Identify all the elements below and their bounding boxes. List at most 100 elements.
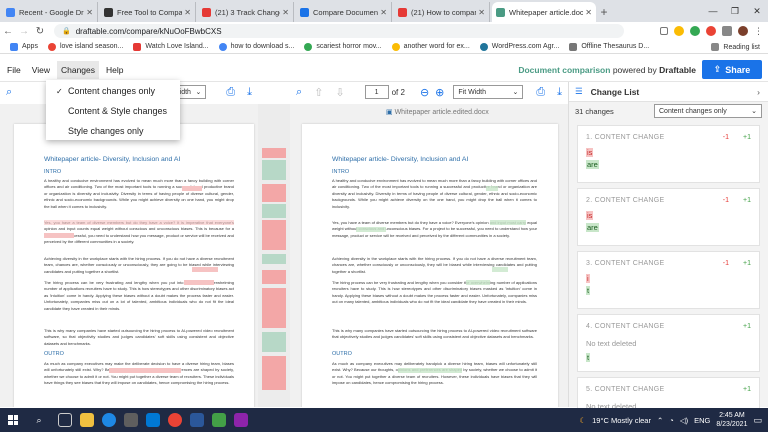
change-marker[interactable] xyxy=(262,288,286,328)
change-card[interactable]: 4. CONTENT CHANGE +1 No text deleted t xyxy=(577,314,760,372)
zoom-out-icon[interactable]: ⊖ xyxy=(420,86,429,99)
network-icon[interactable]: ◔ xyxy=(669,416,674,425)
extension-icon[interactable] xyxy=(706,26,716,36)
browser-tab[interactable]: (21) How to compare ✕ xyxy=(394,2,490,22)
inserted-text: are xyxy=(586,160,599,169)
change-card[interactable]: 1. CONTENT CHANGE -1 +1 is are xyxy=(577,125,760,183)
change-marker[interactable] xyxy=(262,148,286,158)
close-window-icon[interactable]: ✕ xyxy=(746,0,768,22)
reload-icon[interactable]: ↻ xyxy=(32,26,48,37)
menu-file[interactable]: File xyxy=(3,61,25,79)
change-count: 31 changes xyxy=(575,106,614,116)
language-indicator[interactable]: ENG xyxy=(694,416,710,425)
bookmark-item[interactable]: WordPress.com Agr... xyxy=(479,42,559,51)
collapse-panel-icon[interactable]: › xyxy=(757,87,760,97)
menu-dots-icon[interactable]: ⋮ xyxy=(754,26,763,36)
print-icon[interactable]: ⎙ xyxy=(226,86,235,99)
maximize-icon[interactable]: ❐ xyxy=(724,0,746,22)
change-marker[interactable] xyxy=(262,356,286,390)
forward-icon[interactable]: → xyxy=(16,26,32,37)
notifications-icon[interactable]: ▭ xyxy=(753,415,762,426)
app-icon[interactable] xyxy=(234,413,248,427)
browser-tab[interactable]: (21) 3 Track Changes D✕ xyxy=(198,2,294,22)
prev-page-icon[interactable]: ⇧ xyxy=(314,86,323,99)
menu-item-style-changes-only[interactable]: Style changes only xyxy=(46,122,180,140)
print-icon[interactable]: ⎙ xyxy=(536,86,545,99)
chevron-down-icon: ⌄ xyxy=(195,89,202,96)
download-icon[interactable]: ⤓ xyxy=(247,86,252,99)
close-tab-icon[interactable]: ✕ xyxy=(184,8,191,17)
clock[interactable]: 2:45 AM 8/23/2021 xyxy=(716,411,747,429)
edge-icon[interactable] xyxy=(102,413,116,427)
thesaurus-icon xyxy=(569,42,578,51)
change-marker[interactable] xyxy=(262,184,286,202)
close-tab-icon[interactable]: ✕ xyxy=(585,8,592,17)
right-page: Whitepaper article- Diversity, Inclusion… xyxy=(302,124,558,407)
search-icon[interactable]: ⌕ xyxy=(296,86,302,99)
mail-icon[interactable] xyxy=(146,413,160,427)
close-tab-icon[interactable]: ✕ xyxy=(282,8,289,17)
deletion-highlight xyxy=(182,186,202,191)
weather-status[interactable]: 19°C Mostly clear xyxy=(592,416,651,425)
extension-icon[interactable] xyxy=(674,26,684,36)
file-explorer-icon[interactable] xyxy=(80,413,94,427)
change-card[interactable]: 2. CONTENT CHANGE -1 +1 is are xyxy=(577,188,760,246)
chrome-icon[interactable] xyxy=(168,413,182,427)
bookmark-item[interactable]: how to download s... xyxy=(218,42,294,51)
browser-tab[interactable]: Recent - Google Drive✕ xyxy=(2,2,98,22)
volume-icon[interactable]: ◁) xyxy=(680,416,688,425)
site-icon xyxy=(300,7,309,17)
menu-item-content-style-changes[interactable]: Content & Style changes xyxy=(46,102,180,120)
bookmark-item[interactable]: scariest horror mov... xyxy=(304,42,382,51)
zoom-in-icon[interactable]: ⊕ xyxy=(435,86,444,99)
app-icon[interactable] xyxy=(212,413,226,427)
puzzle-icon[interactable] xyxy=(722,26,732,36)
close-tab-icon[interactable]: ✕ xyxy=(380,8,387,17)
minimize-icon[interactable]: — xyxy=(702,0,724,22)
reading-list[interactable]: Reading list xyxy=(711,43,760,51)
left-document-pane[interactable]: Whitepaper article- Diversity, Inclusion… xyxy=(0,104,258,407)
browser-tab[interactable]: Free Tool to Compare ✕ xyxy=(100,2,196,22)
word-icon[interactable] xyxy=(190,413,204,427)
page-input[interactable]: 1 xyxy=(364,85,389,99)
menu-view[interactable]: View xyxy=(28,61,54,79)
weather-icon[interactable]: ☾ xyxy=(579,416,586,425)
change-filter-select[interactable]: Content changes only ⌄ xyxy=(654,104,762,118)
change-marker[interactable] xyxy=(262,220,286,250)
windows-start-icon[interactable] xyxy=(0,408,26,432)
chevron-down-icon: ⌄ xyxy=(751,108,757,115)
menu-changes[interactable]: Changes xyxy=(56,60,100,79)
bookmark-item[interactable]: Offline Thesaurus D... xyxy=(569,42,649,51)
change-card[interactable]: 3. CONTENT CHANGE -1 +1 i t xyxy=(577,251,760,309)
bookmark-apps[interactable]: Apps xyxy=(10,42,38,51)
browser-tab-active[interactable]: Whitepaper article.doc ✕ xyxy=(492,2,596,22)
right-doc-toolbar: ⌕ ⇧ ⇩ 1 of 2 ⊖ ⊕ Fit Width ⌄ ⎙ ⤓ xyxy=(296,85,562,99)
right-document-pane[interactable]: ▣ Whitepaper article.edited.docx Whitepa… xyxy=(290,104,568,407)
bookmark-item[interactable]: another word for ex... xyxy=(391,42,470,51)
search-icon[interactable]: ⌕ xyxy=(6,86,12,99)
task-view-icon[interactable] xyxy=(58,413,72,427)
avatar[interactable] xyxy=(738,26,748,36)
close-tab-icon[interactable]: ✕ xyxy=(86,8,93,17)
left-paragraph: This is why many companies have started … xyxy=(44,328,234,346)
change-marker[interactable] xyxy=(262,270,286,284)
tray-arrow-icon[interactable]: ⌃ xyxy=(657,416,663,425)
bookmark-item[interactable]: love island season... xyxy=(47,42,123,51)
share-button[interactable]: ⇪ Share xyxy=(702,60,762,79)
close-tab-icon[interactable]: ✕ xyxy=(478,8,485,17)
menu-item-content-changes-only[interactable]: ✓ Content changes only xyxy=(46,82,180,100)
right-zoom-select[interactable]: Fit Width ⌄ xyxy=(453,85,524,99)
star-icon[interactable] xyxy=(660,27,668,35)
search-icon[interactable]: ⌕ xyxy=(26,415,52,426)
next-page-icon[interactable]: ⇩ xyxy=(335,86,344,99)
new-tab-icon[interactable]: + xyxy=(596,2,612,22)
back-icon[interactable]: ← xyxy=(0,26,16,37)
menu-help[interactable]: Help xyxy=(102,61,127,79)
download-icon[interactable]: ⤓ xyxy=(557,86,562,99)
browser-tab[interactable]: Compare Document C✕ xyxy=(296,2,392,22)
bookmark-item[interactable]: Watch Love Island... xyxy=(133,42,209,51)
url-field[interactable]: 🔒 draftable.com/compare/kNuOoFBwbCXS xyxy=(54,24,624,38)
extension-icon[interactable] xyxy=(690,26,700,36)
store-icon[interactable] xyxy=(124,413,138,427)
list-icon[interactable]: ☰ xyxy=(575,86,583,97)
